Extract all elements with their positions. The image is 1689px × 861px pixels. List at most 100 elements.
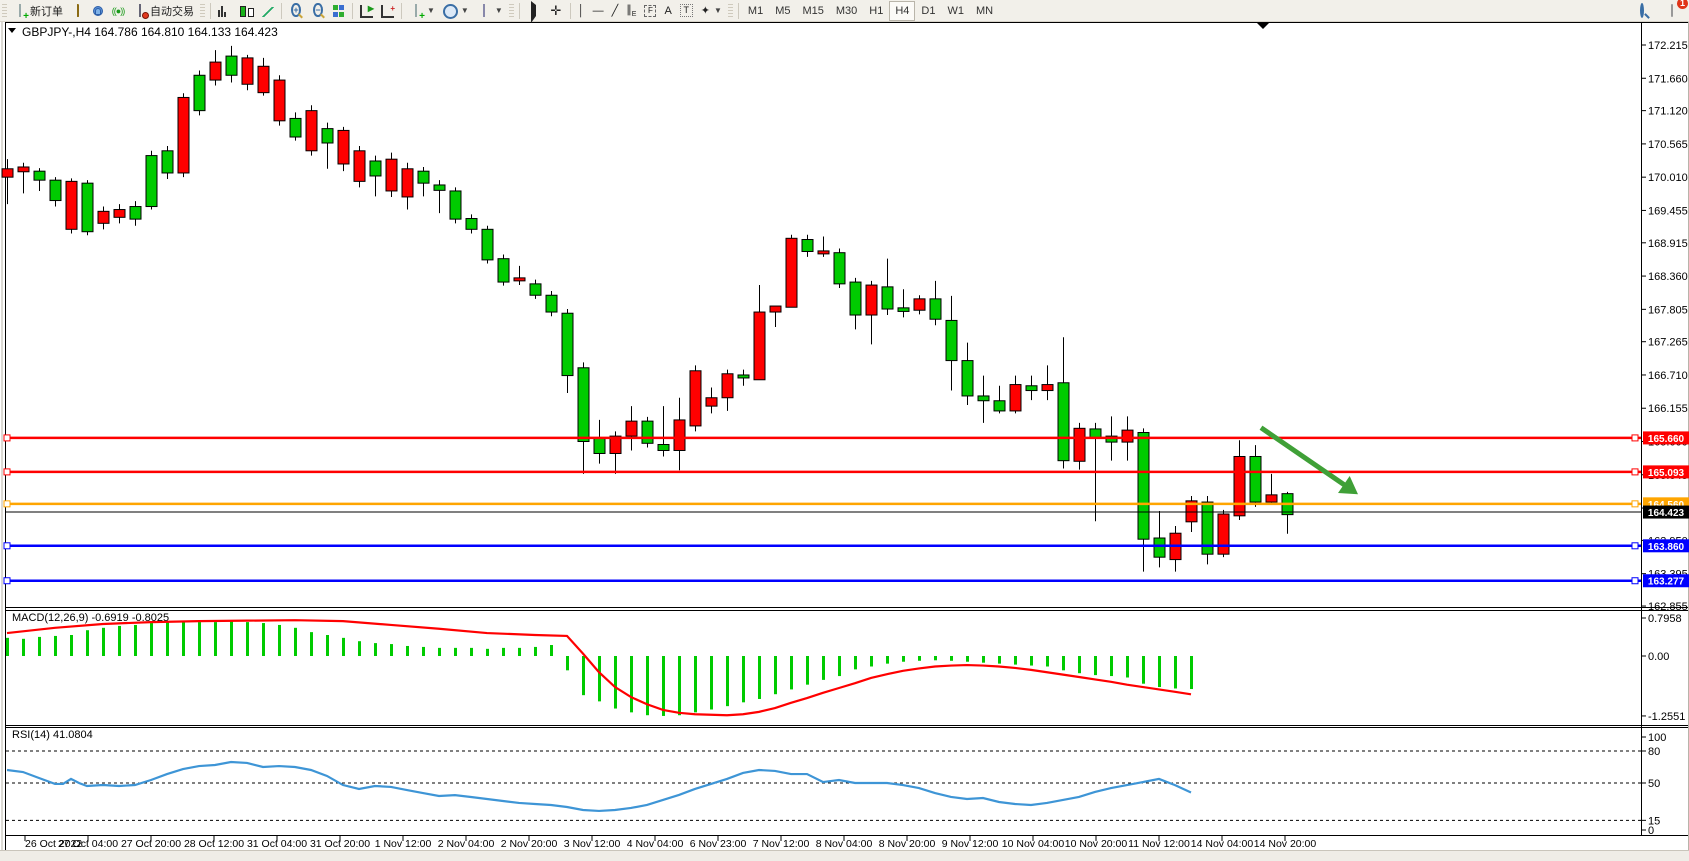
- date-label: 2 Nov 20:00: [501, 838, 558, 850]
- text-label-button[interactable]: T: [676, 1, 697, 21]
- zoom-in-button[interactable]: +: [285, 1, 307, 21]
- timeframe-m30[interactable]: M30: [830, 1, 863, 21]
- timeframe-m15[interactable]: M15: [796, 1, 829, 21]
- rsi-label: RSI(14) 41.0804: [12, 729, 93, 741]
- horizontal-line-icon: —: [593, 5, 604, 17]
- line-handle[interactable]: [1632, 543, 1638, 549]
- signals-button[interactable]: ((●)): [107, 1, 129, 21]
- status-bar: [0, 851, 1689, 861]
- candle-body: [738, 375, 749, 378]
- candle-body: [386, 159, 397, 191]
- candle-body: [1266, 495, 1277, 502]
- notification-badge: 1: [1677, 0, 1688, 9]
- candle-body: [530, 284, 541, 295]
- periods-button[interactable]: ▼: [439, 1, 473, 21]
- candle-body: [1074, 428, 1085, 461]
- channel-button[interactable]: ∥E: [622, 1, 640, 21]
- price-tick-label: 168.360: [1648, 271, 1688, 283]
- notifications-button[interactable]: 1: [1661, 1, 1683, 21]
- crosshair-button[interactable]: ✛: [545, 1, 567, 21]
- timeframe-m1[interactable]: M1: [742, 1, 769, 21]
- line-handle[interactable]: [1632, 469, 1638, 475]
- line-handle[interactable]: [4, 501, 10, 507]
- line-handle[interactable]: [1632, 501, 1638, 507]
- chart-title: GBPJPY-,H4 164.786 164.810 164.133 164.4…: [22, 25, 278, 39]
- text-button[interactable]: A: [660, 1, 675, 21]
- candle-body: [226, 56, 237, 75]
- date-label: 28 Oct 12:00: [184, 838, 244, 850]
- date-label: 10 Nov 20:00: [1065, 838, 1128, 850]
- candlestick-chart-button[interactable]: [236, 1, 258, 21]
- timeframe-mn[interactable]: MN: [970, 1, 999, 21]
- indicators-button[interactable]: +▼: [405, 1, 439, 21]
- zoom-out-button[interactable]: −: [307, 1, 329, 21]
- line-handle[interactable]: [4, 435, 10, 441]
- timeframe-w1[interactable]: W1: [941, 1, 970, 21]
- price-tick-label: 166.710: [1648, 370, 1688, 382]
- candle-body: [1234, 456, 1245, 515]
- candle-body: [50, 180, 61, 200]
- candle-body: [306, 111, 317, 151]
- date-label: 14 Nov 04:00: [1191, 838, 1254, 850]
- arrows-icon: ✦: [701, 4, 710, 17]
- cursor-icon: [527, 4, 541, 18]
- arrows-button[interactable]: ✦▼: [697, 1, 726, 21]
- line-handle[interactable]: [4, 578, 10, 584]
- vertical-line-button[interactable]: │: [574, 1, 589, 21]
- periods-icon: [443, 4, 457, 18]
- candle-body: [834, 253, 845, 284]
- new-order-button[interactable]: + 新订单: [9, 1, 67, 21]
- price-tick-label: 170.565: [1648, 139, 1688, 151]
- rsi-tick-label: 50: [1648, 778, 1660, 790]
- bar-chart-button[interactable]: [214, 1, 236, 21]
- candle-body: [210, 62, 221, 80]
- auto-scroll-button[interactable]: ▶: [356, 1, 377, 21]
- timeframe-m5[interactable]: M5: [769, 1, 796, 21]
- candle-body: [418, 171, 429, 183]
- date-label: 9 Nov 12:00: [942, 838, 999, 850]
- line-handle[interactable]: [1632, 435, 1638, 441]
- templates-icon: [477, 4, 491, 18]
- candle-body: [978, 396, 989, 401]
- open-chart-button[interactable]: [67, 1, 89, 21]
- rsi-tick-label: 100: [1648, 732, 1666, 744]
- candle-body: [402, 169, 413, 197]
- timeframe-d1[interactable]: D1: [915, 1, 941, 21]
- trendline-button[interactable]: ╱: [608, 1, 623, 21]
- auto-scroll-icon: ▶: [360, 5, 373, 18]
- price-tick-label: 162.855: [1648, 601, 1688, 613]
- price-tick-label: 168.915: [1648, 238, 1688, 250]
- autotrade-button[interactable]: 自动交易: [129, 1, 198, 21]
- candle-body: [1250, 456, 1261, 502]
- candle-body: [962, 361, 973, 396]
- timeframe-h4[interactable]: H4: [889, 1, 915, 21]
- line-handle[interactable]: [4, 543, 10, 549]
- date-label: 1 Nov 12:00: [375, 838, 432, 850]
- fibonacci-button[interactable]: F: [640, 1, 660, 21]
- line-handle[interactable]: [1632, 578, 1638, 584]
- date-label: 10 Nov 04:00: [1002, 838, 1065, 850]
- bar-chart-icon: [218, 4, 232, 18]
- macd-tick-label: 0.00: [1648, 651, 1669, 663]
- line-handle[interactable]: [4, 469, 10, 475]
- candle-body: [770, 306, 781, 312]
- community-button[interactable]: [89, 1, 107, 21]
- candle-body: [370, 161, 381, 176]
- tile-windows-button[interactable]: [329, 1, 349, 21]
- candlestick-chart-icon: [240, 4, 254, 18]
- candle-body: [1042, 385, 1053, 391]
- chart-shift-button[interactable]: +: [377, 1, 398, 21]
- candle-body: [626, 421, 637, 436]
- candle-body: [930, 299, 941, 319]
- chart-window[interactable]: 172.215171.660171.120170.565170.010169.4…: [0, 0, 1689, 861]
- search-button[interactable]: [1631, 1, 1653, 21]
- search-icon: [1640, 3, 1644, 18]
- horizontal-line-button[interactable]: —: [589, 1, 608, 21]
- templates-button[interactable]: ▼: [473, 1, 507, 21]
- timeframe-h1[interactable]: H1: [863, 1, 889, 21]
- main-toolbar: + 新订单 ((●)) 自动交易 + − ▶ + +▼ ▼ ▼ ✛ │ — ╱ …: [0, 0, 1689, 22]
- date-label: 8 Nov 20:00: [879, 838, 936, 850]
- cursor-button[interactable]: [523, 1, 545, 21]
- line-chart-button[interactable]: [258, 1, 278, 21]
- trendline-icon: ╱: [612, 4, 619, 17]
